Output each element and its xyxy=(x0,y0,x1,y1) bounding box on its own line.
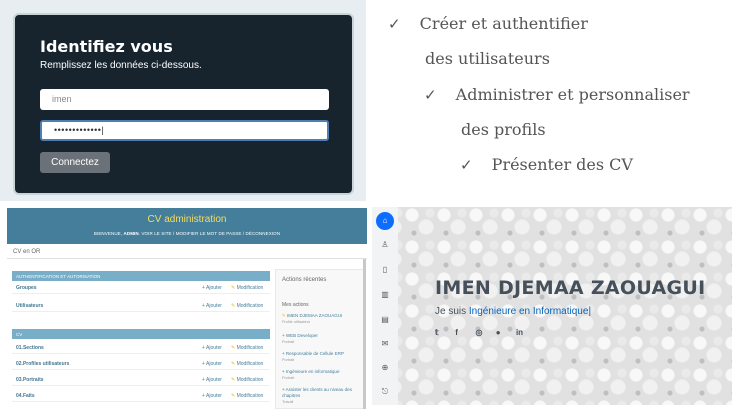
plus-icon: + xyxy=(202,345,205,351)
home-icon[interactable]: ⌂ xyxy=(376,212,394,230)
add-link[interactable]: + Ajouter xyxy=(202,377,222,383)
pencil-icon: ✎ xyxy=(231,303,236,309)
pencil-icon: ✎ xyxy=(231,361,236,367)
change-link[interactable]: ✎ Modification xyxy=(231,377,263,383)
scrollbar[interactable] xyxy=(363,259,366,409)
pencil-icon: ✎ xyxy=(231,345,236,351)
model-link[interactable]: Groupes xyxy=(16,285,37,291)
typing-caret: | xyxy=(588,306,592,317)
feature-item: ✓ Créer et authentifier xyxy=(388,14,588,33)
login-title: Identifiez vous xyxy=(40,37,173,56)
admin-user-tools: BIENVENUE, ADMIN. VOIR LE SITE / MODIFIE… xyxy=(93,231,281,236)
table-row: Utilisateurs + Ajouter ✎ Modification xyxy=(12,300,270,312)
pencil-icon: ✎ xyxy=(231,393,236,399)
app-caption-cv[interactable]: CV xyxy=(12,329,270,339)
typed-role: Ingénieure en Informatique xyxy=(468,306,589,317)
profile-screenshot: ⌂ ♙ ▯ ▥ ▤ ✉ ⊕ ⎋ IMEN DJEMAA ZAOUAGUI Je … xyxy=(372,207,732,405)
logout-icon[interactable]: ⎋ xyxy=(376,383,394,401)
feature-item: ✓ Administrer et personnaliser xyxy=(424,85,690,104)
plus-icon: + xyxy=(282,369,285,374)
pencil-icon: ✎ xyxy=(282,313,286,318)
model-link[interactable]: 01.Sections xyxy=(16,345,44,351)
check-icon: ✓ xyxy=(460,156,473,174)
change-link[interactable]: ✎ Modification xyxy=(231,285,263,291)
change-link[interactable]: ✎ Modification xyxy=(231,393,263,399)
twitter-icon[interactable]: 𝕥 xyxy=(435,328,453,337)
plus-icon: + xyxy=(282,387,285,392)
change-link[interactable]: ✎ Modification xyxy=(231,345,263,351)
add-link[interactable]: + Ajouter xyxy=(202,303,222,309)
add-link[interactable]: + Ajouter xyxy=(202,345,222,351)
plus-icon: + xyxy=(202,303,205,309)
pencil-icon: ✎ xyxy=(231,377,236,383)
recent-action-item[interactable]: + Ingénieure en informatique Portrait xyxy=(282,369,364,381)
recent-action-item[interactable]: ✎ IMEN DJEMAA ZAOUAGUI Profile utilisate… xyxy=(282,313,364,325)
plus-icon: + xyxy=(202,393,205,399)
admin-tool-links[interactable]: . VOIR LE SITE / MODIFIER LE MOT DE PASS… xyxy=(139,231,280,236)
recent-action-item[interactable]: + Responsable de Cellule ERP Portrait xyxy=(282,351,364,363)
check-icon: ✓ xyxy=(424,86,437,104)
book-icon[interactable]: ▥ xyxy=(376,286,394,304)
file-icon[interactable]: ▯ xyxy=(376,261,394,279)
login-screenshot: Identifiez vous Remplissez les données c… xyxy=(0,0,366,201)
linkedin-icon[interactable]: in xyxy=(516,328,534,337)
model-link[interactable]: 02.Profiles utilisateurs xyxy=(16,361,69,367)
github-icon[interactable]: ● xyxy=(496,328,514,337)
add-link[interactable]: + Ajouter xyxy=(202,285,222,291)
table-row: 01.Sections + Ajouter ✎ Modification xyxy=(12,342,270,354)
hero-tagline: Je suis Ingénieure en Informatique| xyxy=(435,306,592,317)
model-link[interactable]: Utilisateurs xyxy=(16,303,43,309)
hero-name: IMEN DJEMAA ZAOUAGUI xyxy=(435,277,706,299)
recent-action-item[interactable]: + Assister les clients au niveau des cha… xyxy=(282,387,364,405)
admin-site-title[interactable]: CV administration xyxy=(7,214,367,225)
recent-actions-title: Actions récentes xyxy=(282,277,327,283)
instagram-icon[interactable]: ◎ xyxy=(475,328,493,337)
change-link[interactable]: ✎ Modification xyxy=(231,303,263,309)
admin-screenshot: CV administration BIENVENUE, ADMIN. VOIR… xyxy=(7,208,367,410)
admin-header: CV administration BIENVENUE, ADMIN. VOIR… xyxy=(7,208,367,244)
plus-icon: + xyxy=(202,361,205,367)
table-row: Groupes + Ajouter ✎ Modification xyxy=(12,282,270,294)
user-icon[interactable]: ♙ xyxy=(376,236,394,254)
pencil-icon: ✎ xyxy=(231,285,236,291)
login-subtitle: Remplissez les données ci-dessous. xyxy=(40,60,202,71)
admin-username: ADMIN xyxy=(123,231,139,236)
check-icon: ✓ xyxy=(388,15,401,33)
social-links: 𝕥 f ◎ ● in xyxy=(435,328,534,337)
table-row: 04.Faits + Ajouter ✎ Modification xyxy=(12,390,270,402)
feature-item: ✓ Présenter des CV xyxy=(460,155,633,174)
feature-item-continued: des profils xyxy=(461,120,546,139)
table-row: 02.Profiles utilisateurs + Ajouter ✎ Mod… xyxy=(12,358,270,370)
envelope-icon[interactable]: ✉ xyxy=(376,335,394,353)
profile-sidebar: ⌂ ♙ ▯ ▥ ▤ ✉ ⊕ ⎋ xyxy=(372,207,398,405)
table-row: 03.Portraits + Ajouter ✎ Modification xyxy=(12,374,270,386)
recent-action-item[interactable]: + WEB Developer Portrait xyxy=(282,333,364,345)
plus-icon: + xyxy=(282,333,285,338)
change-link[interactable]: ✎ Modification xyxy=(231,361,263,367)
plus-icon: + xyxy=(202,377,205,383)
add-link[interactable]: + Ajouter xyxy=(202,361,222,367)
add-link[interactable]: + Ajouter xyxy=(202,393,222,399)
password-input[interactable]: •••••••••••••| xyxy=(40,120,329,141)
feature-list: ✓ Créer et authentifier des utilisateurs… xyxy=(370,0,740,205)
connect-button[interactable]: Connectez xyxy=(40,152,110,173)
model-link[interactable]: 03.Portraits xyxy=(16,377,44,383)
plus-icon: + xyxy=(202,285,205,291)
plus-icon: + xyxy=(282,351,285,356)
lock-icon[interactable]: ⊕ xyxy=(376,359,394,377)
app-caption-auth[interactable]: AUTHENTIFICATION ET AUTORISATION xyxy=(12,271,270,281)
username-input[interactable]: imen xyxy=(40,89,329,110)
recent-actions-panel: Actions récentes Mes actions ✎ IMEN DJEM… xyxy=(275,269,365,409)
server-icon[interactable]: ▤ xyxy=(376,311,394,329)
model-link[interactable]: 04.Faits xyxy=(16,393,35,399)
my-actions-heading: Mes actions xyxy=(282,302,309,308)
facebook-icon[interactable]: f xyxy=(455,328,473,337)
breadcrumb: CV en OR xyxy=(7,245,367,259)
feature-item-continued: des utilisateurs xyxy=(425,49,550,68)
login-card: Identifiez vous Remplissez les données c… xyxy=(13,13,354,195)
